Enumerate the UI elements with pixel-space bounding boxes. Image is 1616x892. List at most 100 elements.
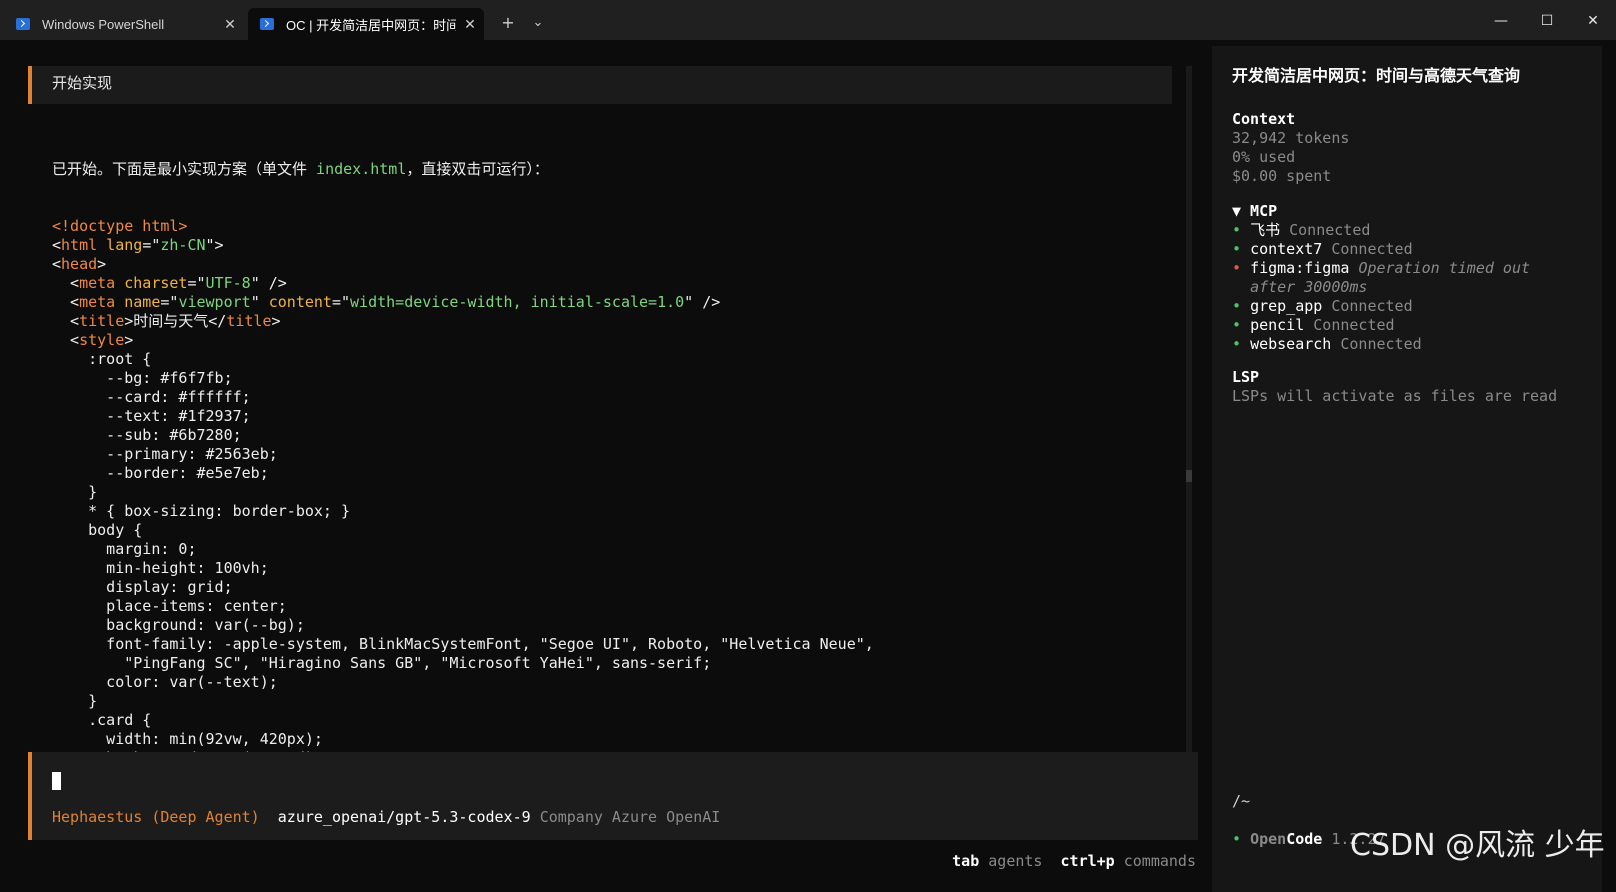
code-token: viewport: [178, 293, 251, 311]
tab-label: OC | 开发简洁居中网页：时间: [286, 17, 456, 33]
code-token: =": [160, 293, 179, 311]
code-token: >: [97, 255, 107, 273]
code-token: <: [52, 236, 62, 254]
code-token: meta: [79, 274, 116, 292]
context-heading: Context: [1232, 110, 1296, 128]
code-line: :root {: [52, 350, 1162, 369]
code-token: UTF-8: [205, 274, 251, 292]
code-token: width=device-width, initial-scale=1.0: [350, 293, 685, 311]
code-line: * { box-sizing: border-box; }: [52, 502, 1162, 521]
scrollbar[interactable]: [1186, 66, 1192, 772]
tab-dropdown-button[interactable]: ⌄: [524, 10, 552, 36]
code-line: font-family: -apple-system, BlinkMacSyst…: [52, 635, 1162, 654]
title-bar: Windows PowerShell ✕ OC | 开发简洁居中网页：时间 ✕ …: [0, 0, 1616, 40]
code-token: }: [52, 692, 98, 710]
mcp-status: Connected: [1289, 221, 1371, 239]
code-token: --sub: #6b7280;: [52, 426, 242, 444]
watermark: CSDN @风流 少年: [1350, 828, 1605, 863]
code-token: :root {: [52, 350, 152, 368]
code-line: display: grid;: [52, 578, 1162, 597]
app-name-open: Open: [1250, 830, 1287, 848]
terminal-main: 开始实现 已开始。下面是最小实现方案（单文件 index.html，直接双击可运…: [0, 40, 1616, 892]
code-line: }: [52, 692, 1162, 711]
code-token: >: [271, 312, 281, 330]
code-line: --sub: #6b7280;: [52, 426, 1162, 445]
code-line: <title>时间与天气</title>: [52, 312, 1162, 331]
code-line: --bg: #f6f7fb;: [52, 369, 1162, 388]
code-token: <: [52, 312, 80, 330]
code-token: " />: [684, 293, 721, 311]
prompt-input[interactable]: Hephaestus (Deep Agent) azure_openai/gpt…: [28, 752, 1198, 840]
code-line: --primary: #2563eb;: [52, 445, 1162, 464]
code-token: >: [124, 331, 134, 349]
maximize-button[interactable]: ☐: [1524, 6, 1570, 36]
session-title: 开发简洁居中网页：时间与高德天气查询: [1232, 66, 1521, 85]
code-line: width: min(92vw, 420px);: [52, 730, 1162, 749]
new-tab-button[interactable]: +: [494, 10, 522, 36]
scrollbar-thumb[interactable]: [1186, 470, 1192, 482]
user-message: 开始实现: [28, 66, 1172, 104]
intro-text-2: ，直接双击可运行）：: [406, 160, 549, 178]
code-token: width: min(92vw, 420px);: [52, 730, 323, 748]
code-token: title: [226, 312, 272, 330]
hint-key: tab: [952, 852, 980, 870]
code-line: --text: #1f2937;: [52, 407, 1162, 426]
code-token: * { box-sizing: border-box; }: [52, 502, 351, 520]
code-token: background: var(--bg);: [52, 616, 305, 634]
status-dot-icon: •: [1232, 240, 1242, 258]
close-window-button[interactable]: ✕: [1570, 6, 1616, 36]
mcp-name: grep_app: [1250, 297, 1323, 315]
mcp-name: context7: [1250, 240, 1323, 258]
code-token: --primary: #2563eb;: [52, 445, 278, 463]
minimize-button[interactable]: —: [1478, 6, 1524, 36]
code-block: <!doctype html> <html lang="zh-CN"> <head>…: [52, 217, 1162, 772]
code-line: .card {: [52, 711, 1162, 730]
intro-text-1: 已开始。下面是最小实现方案（单文件: [52, 160, 317, 178]
code-line: --border: #e5e7eb;: [52, 464, 1162, 483]
code-line: <meta charset="UTF-8" />: [52, 274, 1162, 293]
code-token: =": [331, 293, 351, 311]
mcp-status: Connected: [1340, 335, 1422, 353]
status-dot-icon: •: [1232, 830, 1242, 848]
provider-name: Company Azure OpenAI: [539, 808, 721, 826]
code-token: margin: 0;: [52, 540, 197, 558]
code-line: body {: [52, 521, 1162, 540]
mcp-heading[interactable]: ▼ MCP: [1232, 202, 1277, 220]
code-token: charset: [115, 274, 188, 292]
mcp-status: Connected: [1331, 297, 1413, 315]
code-token: content: [268, 293, 332, 311]
code-token: <!doctype html>: [52, 217, 188, 235]
close-tab-icon[interactable]: ✕: [216, 16, 244, 33]
tab-windows-powershell[interactable]: Windows PowerShell ✕: [4, 8, 244, 40]
assistant-response: 已开始。下面是最小实现方案（单文件 index.html，直接双击可运行）： <…: [52, 122, 1162, 772]
agent-name[interactable]: Hephaestus (Deep Agent): [52, 808, 260, 826]
mcp-item: • figma:figma Operation timed out: [1232, 259, 1530, 277]
code-token: display: grid;: [52, 578, 233, 596]
code-line: <!doctype html>: [52, 217, 1162, 236]
code-token: meta: [79, 293, 116, 311]
code-line: <style>: [52, 331, 1162, 350]
code-token: =": [142, 236, 161, 254]
code-token: zh-CN: [160, 236, 206, 254]
model-name[interactable]: azure_openai/gpt-5.3-codex-9: [278, 808, 531, 826]
code-token: name: [115, 293, 161, 311]
tab-label: Windows PowerShell: [42, 16, 165, 32]
status-dot-icon: •: [1232, 316, 1242, 334]
tab-opencode[interactable]: OC | 开发简洁居中网页：时间 ✕: [248, 8, 484, 40]
mcp-name: websearch: [1250, 335, 1332, 353]
user-message-text: 开始实现: [52, 74, 113, 92]
context-used: 0% used: [1232, 148, 1296, 166]
hint-key: ctrl+p: [1060, 852, 1115, 870]
mcp-item: • context7 Connected: [1232, 240, 1413, 258]
session-sidebar: 开发简洁居中网页：时间与高德天气查询 Context 32,942 tokens…: [1212, 46, 1602, 892]
powershell-icon: [16, 18, 30, 30]
app-name-code: Code: [1286, 830, 1323, 848]
code-token: >时间与天气</: [124, 312, 227, 330]
code-token: style: [79, 331, 125, 349]
mcp-status: Connected: [1331, 240, 1413, 258]
close-tab-icon[interactable]: ✕: [456, 16, 484, 33]
code-token: --border: #e5e7eb;: [52, 464, 269, 482]
code-token: place-items: center;: [52, 597, 287, 615]
mcp-item: • 飞书 Connected: [1232, 221, 1370, 239]
status-dot-icon: •: [1232, 259, 1242, 277]
